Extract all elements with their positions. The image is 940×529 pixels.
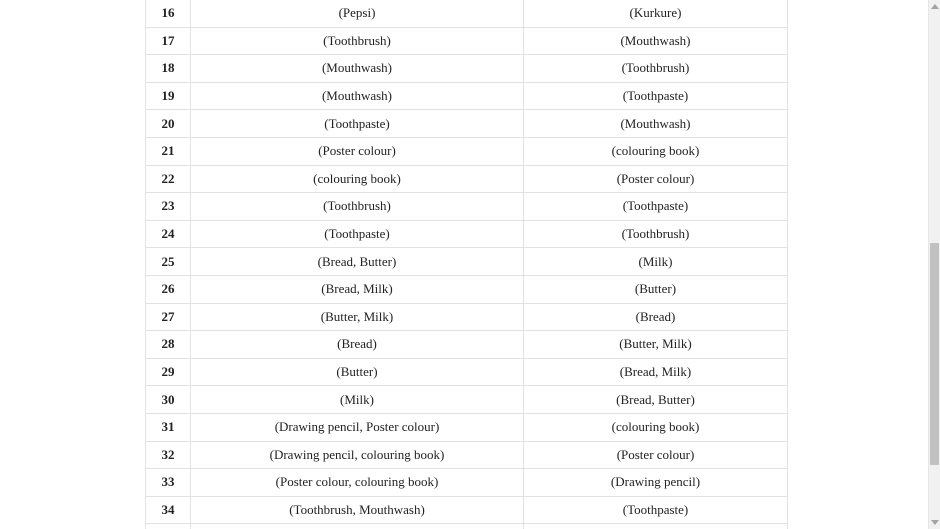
table-row: 20 (Toothpaste) (Mouthwash) — [145, 109, 788, 138]
consequent-cell: (Kurkure) — [523, 0, 788, 28]
row-number-cell: 32 — [145, 441, 191, 470]
consequent-cell: (Butter) — [523, 275, 788, 304]
row-number-cell: 30 — [145, 385, 191, 414]
row-number-cell: 16 — [145, 0, 191, 28]
table-row: 24 (Toothpaste) (Toothbrush) — [145, 220, 788, 249]
antecedent-cell: (Drawing pencil, Poster colour) — [190, 413, 524, 442]
antecedent-cell: (Mouthwash) — [190, 54, 524, 83]
row-number-cell: 21 — [145, 137, 191, 166]
row-number-cell: 26 — [145, 275, 191, 304]
antecedent-cell: (Toothbrush, Toothpaste) — [190, 523, 524, 529]
table-row: 25 (Bread, Butter) (Milk) — [145, 247, 788, 276]
antecedent-cell: (Toothpaste) — [190, 220, 524, 249]
consequent-cell: (Bread) — [523, 303, 788, 332]
antecedent-cell: (Butter) — [190, 358, 524, 387]
consequent-cell: (Butter, Milk) — [523, 330, 788, 359]
vertical-scrollbar[interactable] — [928, 0, 940, 529]
row-number-cell: 23 — [145, 192, 191, 221]
antecedent-cell: (Bread, Milk) — [190, 275, 524, 304]
consequent-cell: (Mouthwash) — [523, 109, 788, 138]
scroll-up-arrow-icon[interactable] — [931, 4, 939, 9]
row-number-cell: 27 — [145, 303, 191, 332]
row-number-cell: 22 — [145, 165, 191, 194]
table-row: 33 (Poster colour, colouring book) (Drawin… — [145, 468, 788, 497]
page-viewport: 16 (Pepsi) (Kurkure) 17 (Toothbrush) (Mouthwa… — [0, 0, 940, 529]
antecedent-cell: (Toothbrush) — [190, 192, 524, 221]
row-number-cell: 34 — [145, 496, 191, 525]
table-row: 27 (Butter, Milk) (Bread) — [145, 303, 788, 332]
antecedent-cell: (Toothbrush) — [190, 27, 524, 56]
row-number-cell: 17 — [145, 27, 191, 56]
consequent-cell: (Toothbrush) — [523, 54, 788, 83]
table-row: 22 (colouring book) (Poster colour) — [145, 165, 788, 194]
antecedent-cell: (Poster colour) — [190, 137, 524, 166]
antecedent-cell: (Pepsi) — [190, 0, 524, 28]
antecedent-cell: (Bread, Butter) — [190, 247, 524, 276]
table-row: 35(Toothbrush, Toothpaste)(Mouthwash) — [145, 523, 788, 529]
consequent-cell: (Mouthwash) — [523, 523, 788, 529]
consequent-cell: (Bread, Butter) — [523, 385, 788, 414]
rules-table-container: 16 (Pepsi) (Kurkure) 17 (Toothbrush) (Mouthwa… — [145, 0, 788, 529]
table-row: 28 (Bread) (Butter, Milk) — [145, 330, 788, 359]
table-row: 19 (Mouthwash) (Toothpaste) — [145, 82, 788, 111]
row-number-cell: 28 — [145, 330, 191, 359]
consequent-cell: (Bread, Milk) — [523, 358, 788, 387]
row-number-cell: 25 — [145, 247, 191, 276]
row-number-cell: 33 — [145, 468, 191, 497]
table-row: 32 (Drawing pencil, colouring book) (Poste… — [145, 441, 788, 470]
row-number-cell: 20 — [145, 109, 191, 138]
table-row: 21 (Poster colour) (colouring book) — [145, 137, 788, 166]
antecedent-cell: (Mouthwash) — [190, 82, 524, 111]
table-row: 34 (Toothbrush, Mouthwash) (Toothpaste) — [145, 496, 788, 525]
antecedent-cell: (colouring book) — [190, 165, 524, 194]
consequent-cell: (colouring book) — [523, 413, 788, 442]
antecedent-cell: (Bread) — [190, 330, 524, 359]
table-row: 30 (Milk) (Bread, Butter) — [145, 385, 788, 414]
row-number-cell: 24 — [145, 220, 191, 249]
association-rules-table: 16 (Pepsi) (Kurkure) 17 (Toothbrush) (Mouthwa… — [145, 0, 788, 529]
row-number-cell: 19 — [145, 82, 191, 111]
table-row: 23 (Toothbrush) (Toothpaste) — [145, 192, 788, 221]
scroll-thumb[interactable] — [930, 243, 939, 465]
consequent-cell: (Poster colour) — [523, 165, 788, 194]
antecedent-cell: (Toothpaste) — [190, 109, 524, 138]
table-row: 18 (Mouthwash) (Toothbrush) — [145, 54, 788, 83]
antecedent-cell: (Butter, Milk) — [190, 303, 524, 332]
table-row: 16 (Pepsi) (Kurkure) — [145, 0, 788, 28]
consequent-cell: (Toothpaste) — [523, 82, 788, 111]
table-body: 16 (Pepsi) (Kurkure) 17 (Toothbrush) (Mouthwa… — [145, 0, 788, 529]
table-row: 26 (Bread, Milk) (Butter) — [145, 275, 788, 304]
table-row: 17 (Toothbrush) (Mouthwash) — [145, 27, 788, 56]
consequent-cell: (Mouthwash) — [523, 27, 788, 56]
antecedent-cell: (Milk) — [190, 385, 524, 414]
row-number-cell: 18 — [145, 54, 191, 83]
antecedent-cell: (Poster colour, colouring book) — [190, 468, 524, 497]
table-row: 31 (Drawing pencil, Poster colour) (colour… — [145, 413, 788, 442]
antecedent-cell: (Drawing pencil, colouring book) — [190, 441, 524, 470]
scroll-down-arrow-icon[interactable] — [931, 520, 939, 525]
row-number-cell: 31 — [145, 413, 191, 442]
row-number-cell: 29 — [145, 358, 191, 387]
consequent-cell: (Toothpaste) — [523, 192, 788, 221]
consequent-cell: (Toothpaste) — [523, 496, 788, 525]
consequent-cell: (Toothbrush) — [523, 220, 788, 249]
consequent-cell: (Poster colour) — [523, 441, 788, 470]
row-number-cell: 35 — [145, 523, 191, 529]
antecedent-cell: (Toothbrush, Mouthwash) — [190, 496, 524, 525]
consequent-cell: (Drawing pencil) — [523, 468, 788, 497]
table-row: 29 (Butter) (Bread, Milk) — [145, 358, 788, 387]
consequent-cell: (colouring book) — [523, 137, 788, 166]
consequent-cell: (Milk) — [523, 247, 788, 276]
